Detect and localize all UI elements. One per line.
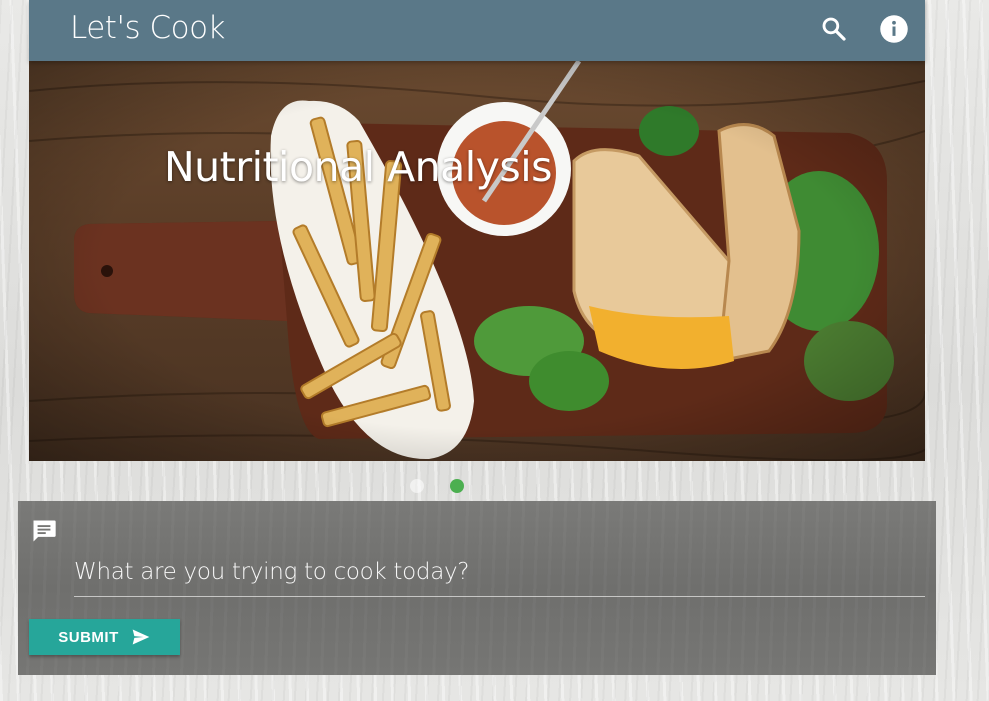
chat-input-card: SUBMIT (18, 501, 936, 675)
carousel-indicators (0, 479, 989, 495)
app-bar: Let's Cook (29, 0, 925, 61)
carousel-dot-1[interactable] (410, 479, 424, 493)
cook-query-input[interactable] (74, 553, 925, 597)
search-button[interactable] (819, 14, 849, 44)
submit-button[interactable]: SUBMIT (29, 619, 180, 655)
info-button[interactable] (879, 14, 909, 44)
chat-message-icon (33, 520, 56, 542)
submit-label: SUBMIT (58, 628, 119, 646)
send-icon (132, 629, 150, 645)
app-title: Let's Cook (70, 10, 226, 46)
hero-title: Nutritional Analysis (164, 143, 553, 191)
info-icon (880, 15, 908, 43)
carousel-dot-2-active[interactable] (450, 479, 464, 493)
search-icon (822, 17, 846, 41)
food-photo (29, 61, 925, 461)
hero-banner[interactable]: Nutritional Analysis (29, 61, 925, 461)
